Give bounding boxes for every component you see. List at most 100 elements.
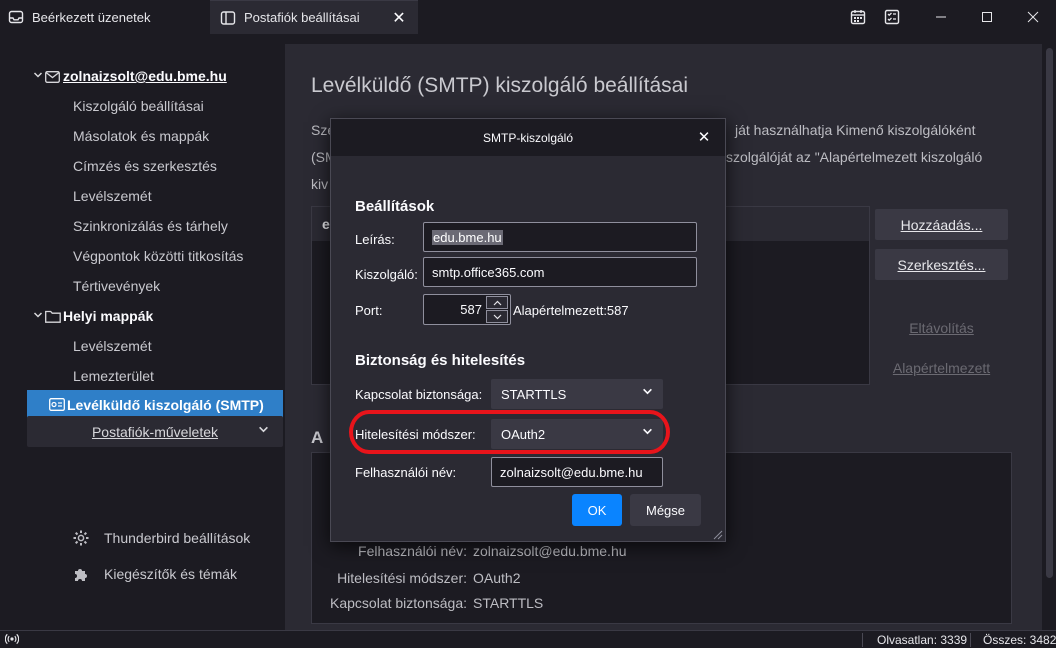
tab-close-icon[interactable]: ✕ (388, 7, 410, 29)
sidebar-item-server-settings[interactable]: Kiszolgáló beállításai (27, 91, 283, 121)
sidebar-item-local-junk[interactable]: Levélszemét (27, 331, 283, 361)
sidebar-item-copies-folders[interactable]: Másolatok és mappák (27, 121, 283, 151)
gear-icon (72, 529, 90, 547)
port-value: 587 (460, 302, 482, 317)
folder-icon (45, 310, 61, 323)
sidebar-item-receipts[interactable]: Tértivevények (27, 271, 283, 301)
addons-themes-label: Kiegészítők és témák (104, 566, 238, 582)
remove-server-button[interactable]: Eltávolítás (875, 312, 1008, 343)
detail-auth-method: Hitelesítési módszer: OAuth2 (307, 570, 520, 586)
smtp-server-dialog: SMTP-kiszolgáló ✕ Beállítások Leírás: ed… (330, 118, 726, 542)
server-label: Kiszolgáló: (355, 267, 418, 282)
add-server-button[interactable]: Hozzáadás... (875, 209, 1008, 240)
sidebar-item-smtp[interactable]: Levélküldő kiszolgáló (SMTP) (27, 390, 283, 419)
page-title: Levélküldő (SMTP) kiszolgáló beállításai (311, 74, 689, 97)
account-actions-button[interactable]: Postafiók-műveletek (27, 416, 283, 447)
settings-tab-icon (220, 10, 236, 26)
tasks-icon[interactable] (880, 5, 904, 29)
tab-account-settings-label: Postafiók beállításai (244, 10, 360, 25)
sidebar-item-label: Tértivevények (73, 278, 161, 294)
stepper-down-icon[interactable] (486, 310, 508, 323)
close-window-button[interactable] (1010, 0, 1056, 34)
detail-value: OAuth2 (473, 570, 521, 586)
edit-server-button[interactable]: Szerkesztés... (875, 249, 1008, 280)
chevron-down-icon[interactable] (33, 310, 45, 323)
total-count: Összes: 3482 (970, 633, 1056, 647)
scrollbar[interactable] (1043, 44, 1056, 630)
security-heading: Biztonság és hitelesítés (355, 352, 526, 369)
conn-security-label: Kapcsolat biztonsága: (355, 387, 483, 402)
sidebar-item-label: Levélszemét (73, 188, 152, 204)
account-actions-label: Postafiók-műveletek (91, 423, 219, 440)
sidebar-item-sync-storage[interactable]: Szinkronizálás és tárhely (27, 211, 283, 241)
scrollbar-thumb[interactable] (1046, 48, 1053, 578)
thunderbird-settings-link[interactable]: Thunderbird beállítások (72, 526, 250, 550)
username-field[interactable]: zolnaizsolt@edu.bme.hu (491, 457, 663, 487)
details-heading: A (311, 428, 324, 447)
sidebar-item-composition[interactable]: Címzés és szerkesztés (27, 151, 283, 181)
sidebar-local-folders[interactable]: Helyi mappák (27, 301, 283, 331)
resize-grip-icon[interactable] (711, 527, 723, 540)
server-value: smtp.office365.com (432, 264, 545, 280)
detail-key: Kapcsolat biztonsága: (330, 595, 467, 611)
sidebar-item-junk[interactable]: Levélszemét (27, 181, 283, 211)
sidebar-account-label: zolnaizsolt@edu.bme.hu (63, 68, 227, 84)
set-default-label: Alapértelmezett (892, 359, 991, 376)
window-controls (918, 0, 1056, 34)
sidebar-account[interactable]: zolnaizsolt@edu.bme.hu (27, 61, 283, 91)
detail-username: Felhasználói név: zolnaizsolt@edu.bme.hu (307, 543, 627, 559)
sidebar-item-disk-space[interactable]: Lemezterület (27, 361, 283, 391)
sidebar-item-label: Lemezterület (73, 368, 154, 384)
port-default-text: Alapértelmezett:587 (513, 303, 629, 318)
sidebar-item-label: Kiszolgáló beállításai (73, 98, 204, 114)
port-stepper[interactable]: 587 (423, 294, 511, 325)
ok-button[interactable]: OK (572, 494, 622, 526)
description-label: Leírás: (355, 232, 395, 247)
chevron-down-icon (642, 386, 653, 400)
tab-inbox[interactable]: Beérkezett üzenetek (0, 0, 208, 34)
detail-value: STARTTLS (473, 595, 544, 611)
conn-security-select[interactable]: STARTTLS (491, 379, 663, 409)
port-label: Port: (355, 303, 383, 318)
conn-security-value: STARTTLS (501, 386, 567, 402)
detail-conn-security: Kapcsolat biztonsága: STARTTLS (307, 595, 543, 611)
detail-key: Hitelesítési módszer: (337, 570, 467, 586)
chevron-down-icon (258, 424, 269, 438)
stepper-up-icon[interactable] (486, 296, 508, 309)
minimize-button[interactable] (918, 0, 964, 34)
calendar-icon[interactable] (846, 5, 870, 29)
outgoing-server-icon (49, 398, 65, 411)
status-bar: Olvasatlan: 3339 Összes: 3482 (0, 630, 1056, 648)
remove-server-label: Eltávolítás (909, 319, 974, 336)
list-item-label: e (322, 216, 330, 232)
thunderbird-settings-label: Thunderbird beállítások (104, 530, 251, 546)
tab-bar: Beérkezett üzenetek Postafiók beállítása… (0, 0, 1056, 34)
dialog-title: SMTP-kiszolgáló (482, 130, 574, 145)
detail-key: Felhasználói név: (358, 543, 467, 559)
edit-server-label: Szerkesztés... (897, 256, 986, 273)
sidebar-item-e2e-encryption[interactable]: Végpontok közötti titkosítás (27, 241, 283, 271)
tab-account-settings[interactable]: Postafiók beállításai ✕ (210, 0, 418, 34)
sidebar-item-label: Levélszemét (73, 338, 152, 354)
cancel-button[interactable]: Mégse (630, 494, 701, 526)
sidebar-item-label: Másolatok és mappák (73, 128, 210, 144)
username-label: Felhasználói név: (355, 465, 457, 480)
tab-inbox-label: Beérkezett üzenetek (32, 9, 151, 25)
sidebar-item-label: Címzés és szerkesztés (73, 158, 217, 174)
maximize-button[interactable] (964, 0, 1010, 34)
close-icon[interactable]: ✕ (693, 126, 715, 148)
sidebar-item-smtp-label: Levélküldő kiszolgáló (SMTP) (67, 396, 264, 413)
server-field[interactable]: smtp.office365.com (423, 257, 697, 287)
description-text: szolgálóját az "Alapértelmezett kiszolgá… (726, 149, 983, 165)
inbox-icon (8, 9, 24, 25)
online-status-icon[interactable] (4, 632, 20, 648)
add-server-label: Hozzáadás... (900, 216, 983, 233)
addons-themes-link[interactable]: Kiegészítők és témák (72, 562, 237, 586)
description-field[interactable]: edu.bme.hu (423, 222, 697, 252)
detail-value: zolnaizsolt@edu.bme.hu (473, 543, 627, 559)
description-text: ját használhatja Kimenő kiszolgálóként (735, 122, 976, 138)
set-default-button[interactable]: Alapértelmezett (875, 352, 1008, 383)
settings-heading: Beállítások (355, 198, 435, 215)
chevron-down-icon[interactable] (33, 70, 45, 83)
sidebar-item-label: Szinkronizálás és tárhely (73, 218, 228, 234)
